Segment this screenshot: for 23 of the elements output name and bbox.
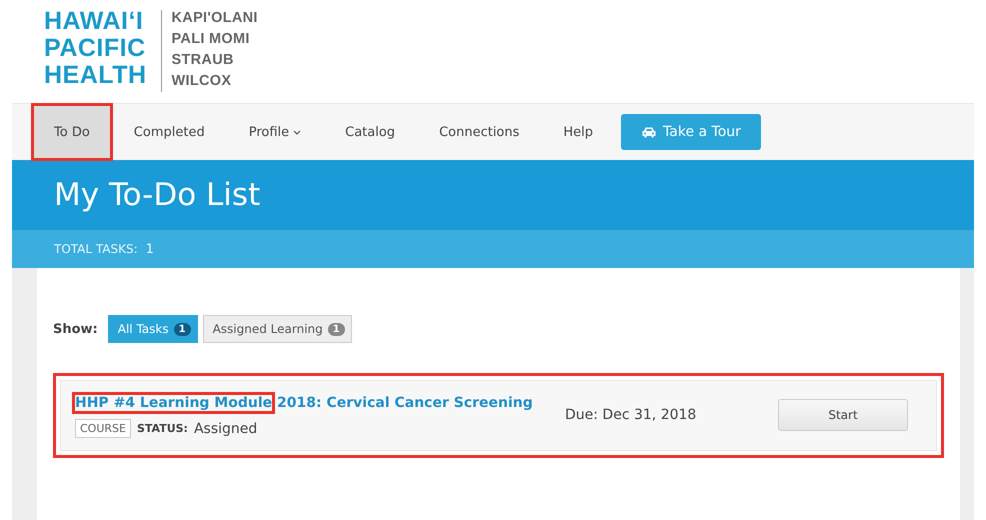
filter-button[interactable]: All Tasks 1 [108,315,198,343]
show-label: Show: [53,322,98,336]
page-title: My To-Do List [54,177,260,213]
nav-tab[interactable]: Catalog [323,104,418,160]
count-badge: 1 [328,322,345,336]
status-label: STATUS: [136,422,188,435]
caret-icon [293,130,302,134]
due-date: Due: Dec 31, 2018 [564,406,698,422]
count-badge: 1 [174,322,191,336]
course-tag: COURSE [75,419,131,438]
nav-tab[interactable]: To Do [32,104,112,160]
total-tasks-count: 1 [146,242,154,256]
profile-dropdown[interactable]: Profile [226,104,324,160]
nav-tab[interactable]: Help [541,104,616,160]
nav-tab[interactable]: Connections [417,104,542,160]
start-button[interactable]: Start [778,398,908,430]
nav-tab[interactable]: Completed [112,104,227,160]
car-icon [641,126,658,138]
filter-button[interactable]: Assigned Learning 1 [202,315,352,343]
affiliates-list: KAPI'OLANI PALI MOMI STRAUB WILCOX [172,8,258,92]
total-tasks-label: TOTAL TASKS: [54,242,138,256]
status-value: Assigned [194,420,258,436]
logo-wordmark: HAWAI‘I PACIFIC HEALTH [44,8,147,89]
